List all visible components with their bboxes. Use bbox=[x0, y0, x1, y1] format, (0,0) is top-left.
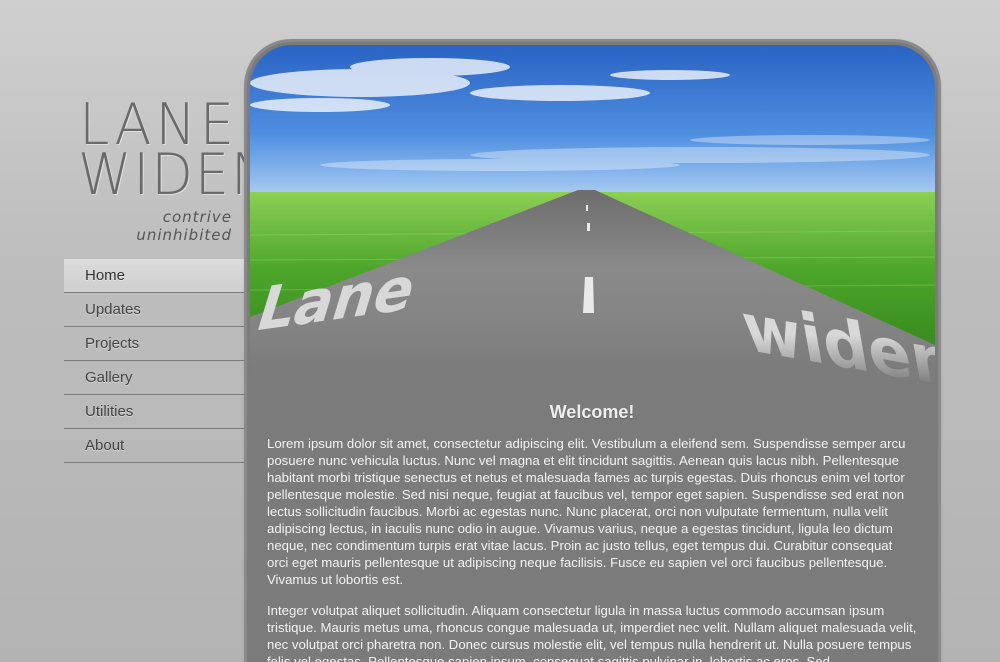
welcome-heading: Welcome! bbox=[549, 402, 635, 422]
main-content: Welcome! Lorem ipsum dolor sit amet, con… bbox=[267, 402, 917, 662]
logo-tagline: contrive uninhibited bbox=[136, 208, 232, 244]
body-paragraph-2: Integer volutpat aliquet sollicitudin. A… bbox=[267, 603, 917, 662]
nav-item-about[interactable]: About bbox=[64, 429, 246, 463]
page: LANE WIDEN contrive uninhibited Home Upd… bbox=[0, 0, 1000, 662]
nav-item-home[interactable]: Home bbox=[64, 259, 246, 293]
body-paragraph-1: Lorem ipsum dolor sit amet, consectetur … bbox=[267, 436, 906, 587]
nav-item-utilities[interactable]: Utilities bbox=[64, 395, 246, 429]
logo-line-2: WIDEN bbox=[78, 141, 274, 208]
content-panel: Lane widen Welcome! Lorem ipsum dolor si… bbox=[247, 42, 938, 662]
site-logo[interactable]: LANE WIDEN contrive uninhibited bbox=[78, 96, 274, 244]
nav-item-gallery[interactable]: Gallery bbox=[64, 361, 246, 395]
nav-item-updates[interactable]: Updates bbox=[64, 293, 246, 327]
road-banner-image: Lane widen bbox=[250, 45, 935, 385]
nav-item-projects[interactable]: Projects bbox=[64, 327, 246, 361]
header-banner: Lane widen bbox=[250, 45, 935, 385]
main-nav: Home Updates Projects Gallery Utilities … bbox=[64, 259, 246, 463]
